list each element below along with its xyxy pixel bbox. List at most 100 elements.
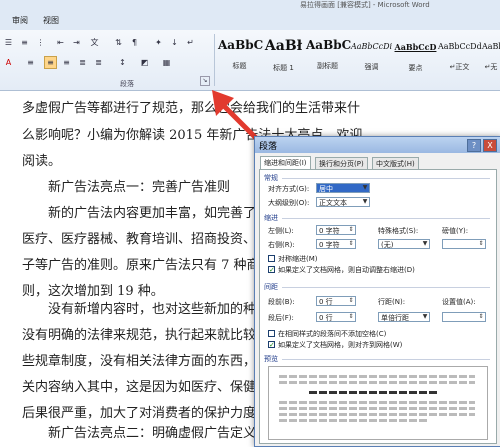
style-preview: AaBbC <box>306 38 352 52</box>
spinner-icon[interactable]: ⇕ <box>347 240 355 248</box>
preview-line <box>279 413 475 416</box>
shading-icon[interactable]: ◩ <box>138 56 151 69</box>
chevron-down-icon: ▼ <box>362 198 368 205</box>
style-name: 副标题 <box>317 62 338 70</box>
indent-by-field[interactable]: ⇕ <box>442 239 486 249</box>
line-spacing-select[interactable]: 单倍行距 ▼ <box>378 312 430 322</box>
indent-left-value: 0 字符 <box>319 227 340 235</box>
chevron-down-icon: ▼ <box>422 240 428 247</box>
preview-line <box>279 381 475 384</box>
style-normal[interactable]: AaBbCcDd ↵正文 <box>438 33 482 77</box>
sort-ascending-icon[interactable]: ↓ <box>168 36 181 49</box>
space-after-label: 段后(F): <box>268 314 294 322</box>
font-color-icon[interactable]: A <box>2 56 15 69</box>
align-left-icon[interactable]: ≡ <box>24 56 37 69</box>
ribbon-tabs: 审阅 视图 <box>0 10 500 31</box>
chevron-down-icon: ▼ <box>362 184 368 191</box>
sort-icon[interactable]: ⇅ <box>112 36 125 49</box>
asian-layout-icon[interactable]: ✦ <box>152 36 165 49</box>
no-space-same-style-checkbox[interactable] <box>268 330 275 337</box>
general-section-title: 常规 <box>264 174 278 182</box>
align-center-icon[interactable]: ≡ <box>44 56 57 69</box>
doc-line: 多虚假广告等都进行了规范，那么它会给我们的生活带来什 <box>22 101 361 116</box>
style-subtitle[interactable]: AaBbC 副标题 <box>306 33 352 77</box>
style-name: ↵正文 <box>449 63 470 71</box>
space-before-field[interactable]: 0 行 ⇕ <box>316 296 356 306</box>
space-before-value: 0 行 <box>319 298 333 306</box>
snap-to-grid-checkbox[interactable]: ✓ <box>268 341 275 349</box>
style-no-spacing[interactable]: AaBbC ↵无 <box>482 33 500 77</box>
numbering-icon[interactable]: ≡ <box>18 36 31 49</box>
no-space-same-style-label: 在相同样式的段落间不添加空格(C) <box>278 330 387 338</box>
preview-line <box>279 375 475 378</box>
section-rule <box>282 178 490 179</box>
spinner-icon[interactable]: ⇕ <box>347 226 355 234</box>
preview-line <box>279 419 429 422</box>
auto-adjust-indent-checkbox[interactable]: ✓ <box>268 266 275 274</box>
borders-icon[interactable]: ▦ <box>160 56 173 69</box>
spinner-icon[interactable]: ⇕ <box>347 313 355 321</box>
doc-line: 新广告法亮点一：完善广告准则 <box>48 180 231 195</box>
tab-indents-spacing[interactable]: 缩进和间距(I) <box>260 156 311 170</box>
paragraph-dialog-launcher-icon[interactable]: ↘ <box>200 76 210 86</box>
indent-by-label: 磅值(Y): <box>442 227 469 235</box>
special-indent-label: 特殊格式(S): <box>378 227 419 235</box>
paragraph-mark-icon[interactable]: ↵ <box>184 36 197 49</box>
style-preview: AaBł <box>264 38 303 54</box>
bullets-icon[interactable]: ☰ <box>2 36 15 49</box>
spacing-at-field[interactable]: ⇕ <box>442 312 486 322</box>
increase-indent-icon[interactable]: ⇥ <box>70 36 83 49</box>
justify-icon[interactable]: ≣ <box>76 56 89 69</box>
align-right-icon[interactable]: ≡ <box>60 56 73 69</box>
style-heading1[interactable]: AaBł 标题 1 <box>262 33 305 77</box>
style-emphasis[interactable]: AaBbCcDi 强调 <box>350 33 393 77</box>
section-rule <box>282 218 490 219</box>
spacing-section-title: 间距 <box>264 283 278 291</box>
tab-view[interactable]: 视图 <box>43 15 59 26</box>
preview-line <box>309 391 439 394</box>
spinner-icon[interactable]: ⇕ <box>477 240 485 248</box>
indent-right-label: 右侧(R): <box>268 241 295 249</box>
style-title[interactable]: AaBbC 标题 <box>218 33 263 77</box>
auto-adjust-indent-label: 如果定义了文档网格，则自动调整右缩进(D) <box>278 266 415 274</box>
alignment-value: 居中 <box>319 185 333 193</box>
style-preview: AaBbC <box>482 42 500 51</box>
close-button[interactable]: X <box>483 139 497 152</box>
space-after-field[interactable]: 0 行 ⇕ <box>316 312 356 322</box>
multilevel-list-icon[interactable]: ⋮ <box>34 36 47 49</box>
indent-left-label: 左侧(L): <box>268 227 294 235</box>
show-marks-icon[interactable]: ¶ <box>128 36 141 49</box>
space-after-value: 0 行 <box>319 314 333 322</box>
style-strong[interactable]: AaBbCcD 要点 <box>394 33 437 77</box>
dialog-titlebar[interactable]: 段落 ? X <box>255 137 500 153</box>
doc-line: 些规章制度，没有相关法律方面的东西， <box>22 354 257 369</box>
indent-left-field[interactable]: 0 字符 ⇕ <box>316 225 356 235</box>
space-before-label: 段前(B): <box>268 298 295 306</box>
window-title: 易拉得画面 [兼容模式] - Microsoft Word <box>300 1 430 9</box>
outline-level-label: 大纲级别(O): <box>268 199 310 207</box>
doc-line: 没有明确的法律来规范，执行起来就比较 <box>22 328 257 343</box>
style-name: ↵无 <box>484 63 498 71</box>
help-button[interactable]: ? <box>467 139 481 152</box>
preview-line <box>279 401 475 404</box>
paragraph-group-label: 段落 <box>120 80 134 88</box>
paragraph-dialog: 段落 ? X 缩进和间距(I) 换行和分页(P) 中文版式(H) 常规 对齐方式… <box>254 136 500 447</box>
tab-review[interactable]: 审阅 <box>12 15 28 26</box>
spinner-icon[interactable]: ⇕ <box>477 313 485 321</box>
special-indent-value: (无) <box>381 241 394 249</box>
decrease-indent-icon[interactable]: ⇤ <box>54 36 67 49</box>
alignment-select[interactable]: 居中 ▼ <box>316 183 370 193</box>
doc-line: 后果很严重，加大了对消费者的保护力度 <box>22 406 257 421</box>
line-spacing-icon[interactable]: ↕ <box>116 56 129 69</box>
special-indent-select[interactable]: (无) ▼ <box>378 239 430 249</box>
spinner-icon[interactable]: ⇕ <box>347 297 355 305</box>
doc-line: 新广告法亮点二：明确虚假广告定义 <box>48 426 257 441</box>
style-name: 标题 1 <box>273 64 294 72</box>
mirror-indent-checkbox[interactable] <box>268 255 275 262</box>
chinese-layout-icon[interactable]: 文 <box>88 36 101 49</box>
distributed-icon[interactable]: ≣ <box>92 56 105 69</box>
title-bar: 易拉得画面 [兼容模式] - Microsoft Word <box>0 0 500 10</box>
section-rule <box>282 359 490 360</box>
outline-level-select[interactable]: 正文文本 ▼ <box>316 197 370 207</box>
indent-right-field[interactable]: 0 字符 ⇕ <box>316 239 356 249</box>
